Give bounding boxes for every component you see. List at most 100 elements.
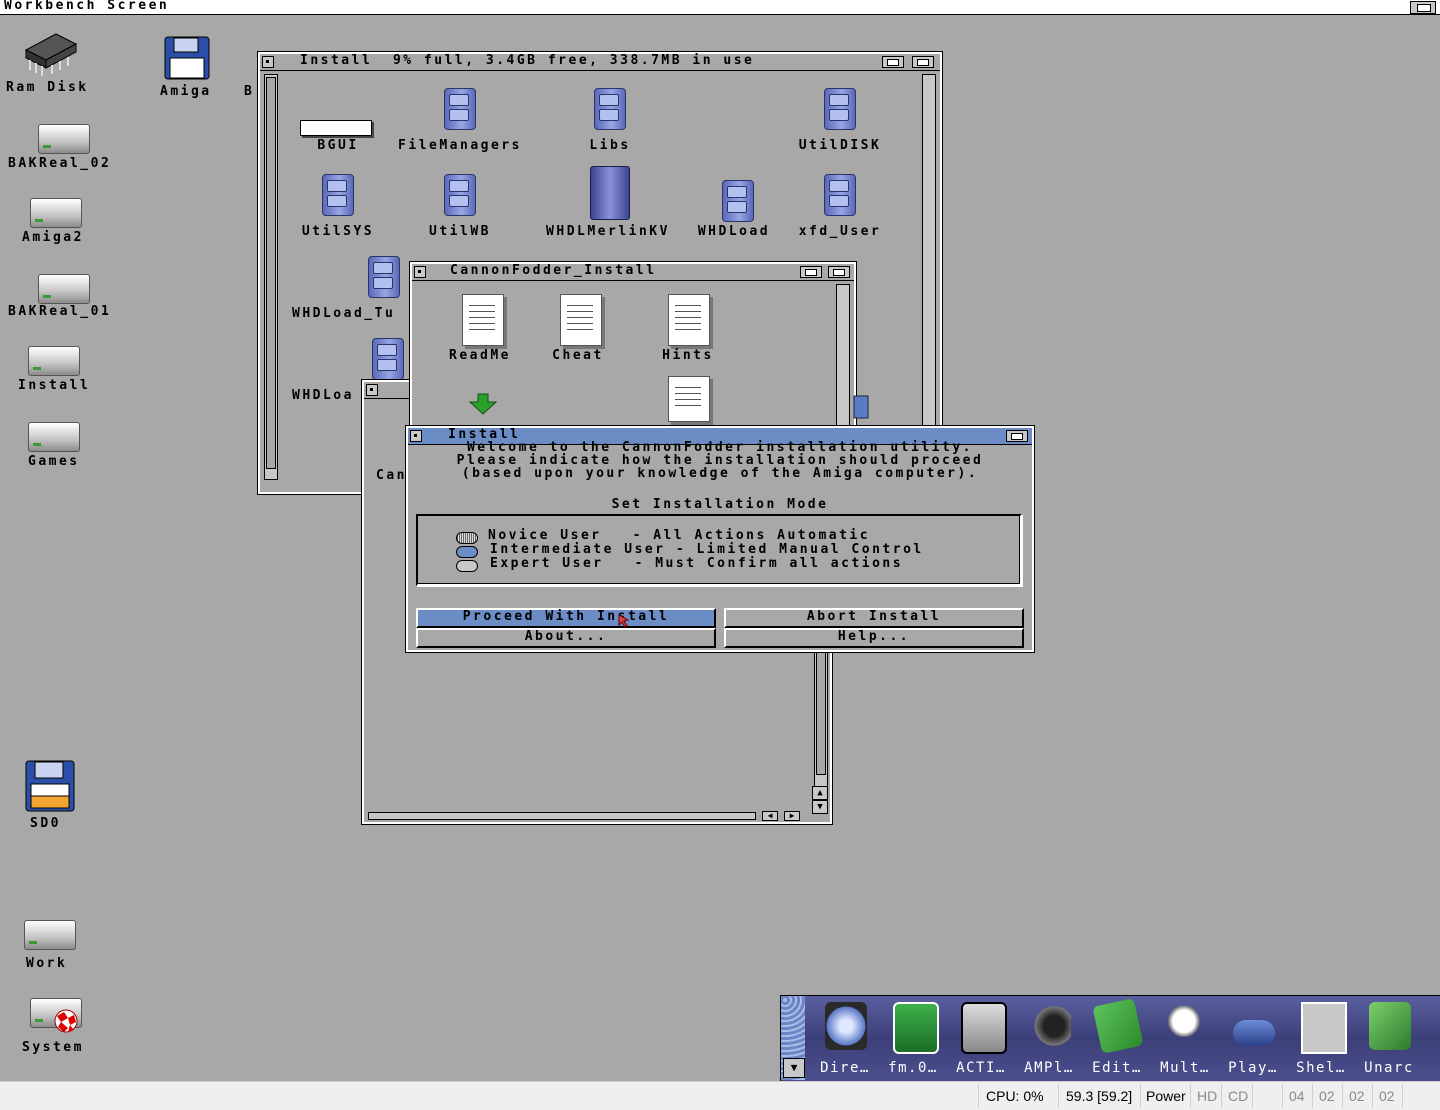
dock-item-unarc[interactable]: Unarc: [1355, 1000, 1423, 1078]
close-gadget[interactable]: [414, 266, 426, 278]
dock-item-label: Shel…: [1296, 1060, 1346, 1076]
drawer-icon[interactable]: [364, 252, 400, 298]
desktop-icon-label: Amiga2: [22, 230, 84, 245]
hard-drive-icon: [28, 346, 80, 376]
desktop-icon-ram-disk[interactable]: Ram Disk: [6, 28, 86, 98]
dock-item-fm[interactable]: fm.0…: [879, 1000, 947, 1078]
scroll-down-arrow-icon[interactable]: ▼: [812, 800, 828, 814]
desktop-icon-label: Install: [18, 378, 91, 393]
desktop-icon-sd0[interactable]: SD0: [22, 758, 78, 838]
drawer-icon[interactable]: [318, 170, 354, 216]
desktop-icon-install[interactable]: Install: [18, 342, 88, 402]
dock-item-player[interactable]: Play…: [1219, 1000, 1287, 1078]
dock-item-label: ACTI…: [956, 1060, 1006, 1076]
window-title: CannonFodder_Install: [450, 263, 657, 278]
radio-novice[interactable]: [456, 532, 478, 544]
drawer-icon[interactable]: [440, 84, 476, 130]
right-scrollbar[interactable]: [836, 284, 850, 436]
help-button[interactable]: Help...: [724, 628, 1024, 648]
trashcan-icon: [853, 395, 869, 419]
dock-menu-arrow-icon[interactable]: ▼: [783, 1058, 805, 1078]
radio-intermediate[interactable]: [456, 546, 478, 558]
depth-gadget[interactable]: [912, 56, 934, 68]
desktop-icon-label: Games: [28, 454, 80, 469]
dock-item-shell[interactable]: Shel…: [1287, 1000, 1355, 1078]
desktop-icon-bakreal-01[interactable]: BAKReal_01: [8, 270, 109, 330]
right-scrollbar[interactable]: [922, 74, 936, 480]
scroll-right-arrow-icon[interactable]: ▶: [784, 811, 800, 821]
dock-item-label: fm.0…: [888, 1060, 938, 1076]
item-label: FileManagers: [398, 138, 522, 153]
drawer-icon[interactable]: [440, 170, 476, 216]
zoom-gadget[interactable]: [800, 266, 822, 278]
hd-led: HD: [1197, 1088, 1218, 1104]
hard-drive-icon: [24, 920, 76, 950]
screen-depth-gadget[interactable]: [1410, 1, 1436, 14]
desktop-icon-games[interactable]: Games: [24, 418, 84, 478]
install-arrow-icon: [468, 393, 498, 415]
desktop-icon-amiga2[interactable]: Amiga2: [22, 194, 86, 254]
hard-drive-icon: [38, 124, 90, 154]
drawer-icon[interactable]: [820, 84, 856, 130]
close-gadget[interactable]: [262, 56, 274, 68]
horizontal-scrollbar[interactable]: [368, 812, 756, 820]
window-title-bar[interactable]: CannonFodder_Install: [412, 263, 854, 281]
document-icon[interactable]: [462, 294, 504, 346]
cannonfodder-install-window[interactable]: CannonFodder_Install ReadMe Cheat Hints: [409, 261, 869, 447]
bgui-icon[interactable]: [300, 120, 372, 136]
dock-item-multiview[interactable]: Mult…: [1151, 1000, 1219, 1078]
desktop-icon-system[interactable]: System: [22, 994, 86, 1056]
desktop-icon-amiga[interactable]: Amiga: [160, 34, 212, 104]
dock-item-label: Unarc: [1364, 1060, 1414, 1076]
scroll-left-arrow-icon[interactable]: ◀: [762, 811, 778, 821]
about-button[interactable]: About...: [416, 628, 716, 648]
scroll-thumb[interactable]: [816, 643, 826, 775]
desktop-icon-work[interactable]: Work: [20, 916, 80, 976]
dock-item-amplifier[interactable]: AMPl…: [1015, 1000, 1083, 1078]
item-label: WHDLMerlinKV: [546, 224, 670, 239]
dock-item-activity[interactable]: ACTI…: [947, 1000, 1015, 1078]
zoom-gadget[interactable]: [882, 56, 904, 68]
depth-gadget[interactable]: [828, 266, 850, 278]
install-dialog[interactable]: Install Welcome to the CannonFodder inst…: [405, 425, 1035, 653]
dock-item-editor[interactable]: Edit…: [1083, 998, 1151, 1078]
dock-item-label: Mult…: [1160, 1060, 1210, 1076]
document-icon[interactable]: [668, 376, 710, 422]
document-icon[interactable]: [560, 294, 602, 346]
document-icon[interactable]: [668, 294, 710, 346]
item-label: WHDLoad_Tu: [292, 306, 396, 321]
dock-item-label: Play…: [1228, 1060, 1278, 1076]
drawer-icon[interactable]: [820, 170, 856, 216]
scroll-up-arrow-icon[interactable]: ▲: [812, 786, 828, 800]
desktop-icon-label: Amiga: [160, 84, 212, 99]
close-gadget[interactable]: [366, 384, 378, 396]
item-label: WHDLoad: [697, 224, 771, 239]
screen-title-bar[interactable]: Workbench Screen: [0, 0, 1440, 15]
dock-item-directory-opus[interactable]: Dire…: [811, 1000, 879, 1078]
radio-expert[interactable]: [456, 560, 478, 572]
cpu-status: CPU: 0%: [986, 1088, 1044, 1104]
abort-button[interactable]: Abort Install: [724, 608, 1024, 628]
item-label: Libs: [589, 138, 631, 153]
boing-ball-icon: [54, 1009, 78, 1033]
drawer-icon[interactable]: [590, 84, 626, 130]
left-scrollbar[interactable]: [264, 74, 278, 480]
desktop-icon-bakreal-02[interactable]: BAKReal_02: [8, 120, 109, 180]
desktop-icon-label: B: [244, 84, 255, 99]
cabinet-icon[interactable]: [590, 166, 630, 220]
cd-led: CD: [1228, 1088, 1249, 1104]
floppy-disk-icon: [25, 760, 75, 812]
directory-opus-icon: [825, 1002, 867, 1050]
hard-drive-icon: [28, 422, 80, 452]
item-label: UtilDISK: [798, 138, 882, 153]
drawer-icon[interactable]: [368, 334, 404, 380]
drawer-icon[interactable]: [718, 176, 754, 222]
desktop-icon-label: Ram Disk: [6, 80, 89, 95]
drive-counter-df1: 02: [1319, 1088, 1335, 1104]
scroll-thumb[interactable]: [266, 77, 276, 469]
window-title-bar[interactable]: Install 9% full, 3.4GB free, 338.7MB in …: [260, 53, 940, 71]
dock-bar[interactable]: ▼ Dire… fm.0… ACTI… AMPl… Edit… Mult… Pl…: [780, 995, 1440, 1082]
proceed-button[interactable]: Proceed With Install: [416, 608, 716, 628]
magnifier-icon: [1165, 1002, 1207, 1050]
option-label: Expert User - Must Confirm all actions: [490, 556, 904, 571]
